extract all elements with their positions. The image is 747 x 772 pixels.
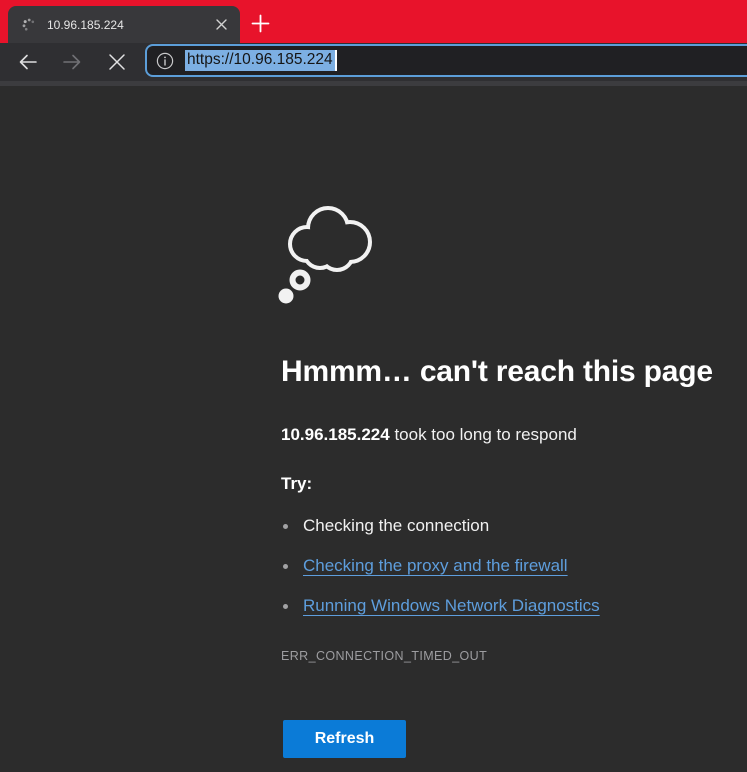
back-button[interactable] (17, 51, 39, 73)
try-label: Try: (281, 474, 312, 494)
error-page: Hmmm… can't reach this page 10.96.185.22… (0, 86, 747, 772)
site-info-icon[interactable] (156, 52, 174, 70)
new-tab-button[interactable] (249, 12, 271, 34)
bullet-icon (283, 524, 288, 529)
thought-cloud-icon (274, 194, 378, 309)
url-text: https://10.96.185.224 (185, 50, 337, 71)
tab-active[interactable]: 10.96.185.224 (8, 6, 240, 43)
list-item: Checking the proxy and the firewall (283, 555, 600, 595)
navigation-toolbar: https://10.96.185.224 (0, 43, 747, 81)
error-title: Hmmm… can't reach this page (281, 355, 713, 389)
text-caret (335, 50, 337, 71)
forward-button[interactable] (61, 51, 83, 73)
suggestion-text: Checking the connection (303, 515, 489, 537)
tab-title: 10.96.185.224 (47, 18, 210, 32)
suggestion-list: Checking the connection Checking the pro… (283, 515, 600, 635)
loading-spinner-icon (21, 17, 37, 33)
error-subtitle-rest: took too long to respond (390, 425, 577, 444)
stop-button[interactable] (106, 51, 128, 73)
network-diagnostics-link[interactable]: Running Windows Network Diagnostics (303, 595, 600, 617)
url-selected-text: https://10.96.185.224 (185, 50, 335, 71)
error-host: 10.96.185.224 (281, 425, 390, 444)
error-code: ERR_CONNECTION_TIMED_OUT (281, 649, 487, 663)
proxy-firewall-link[interactable]: Checking the proxy and the firewall (303, 555, 568, 577)
list-item: Checking the connection (283, 515, 600, 555)
browser-window: 10.96.185.224 (0, 0, 747, 772)
tab-close-icon[interactable] (210, 14, 232, 36)
refresh-button[interactable]: Refresh (283, 720, 406, 758)
list-item: Running Windows Network Diagnostics (283, 595, 600, 635)
address-bar-input[interactable]: https://10.96.185.224 (145, 44, 747, 77)
error-subtitle: 10.96.185.224 took too long to respond (281, 425, 577, 445)
bullet-icon (283, 564, 288, 569)
tab-strip: 10.96.185.224 (0, 0, 747, 43)
bullet-icon (283, 604, 288, 609)
